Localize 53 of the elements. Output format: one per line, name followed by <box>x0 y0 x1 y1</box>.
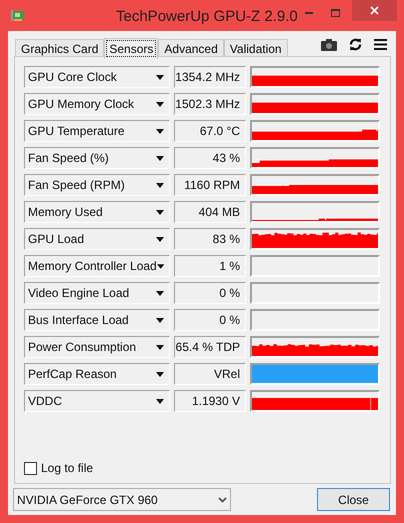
close-button[interactable]: Close <box>317 488 390 511</box>
dropdown-arrow-icon <box>156 74 164 80</box>
sensor-value: 43 % <box>174 147 246 169</box>
sensor-value: 404 MB <box>174 201 246 223</box>
sensor-select[interactable]: Video Engine Load <box>24 282 170 304</box>
dropdown-arrow-icon <box>156 102 164 106</box>
sensor-value: 1160 RPM <box>174 174 246 196</box>
sensor-value: 0 % <box>174 282 246 304</box>
dropdown-arrow-icon <box>156 290 164 296</box>
close-window-button[interactable] <box>352 0 397 21</box>
log-to-file-label: Log to file <box>41 460 94 477</box>
sensor-select[interactable]: GPU Core Clock <box>24 66 170 88</box>
sensor-select[interactable]: PerfCap Reason <box>24 363 170 385</box>
sensor-select[interactable]: Fan Speed (%) <box>24 147 170 169</box>
dropdown-arrow-icon <box>156 156 164 160</box>
sensor-select[interactable]: GPU Temperature <box>24 120 170 142</box>
window-title: TechPowerUp GPU-Z 2.9.0 <box>116 7 298 27</box>
chevron-down-icon <box>218 496 227 502</box>
sensor-value: 67.0 °C <box>174 120 246 142</box>
log-to-file-checkbox[interactable] <box>24 462 37 474</box>
dropdown-arrow-icon <box>156 128 164 134</box>
sensor-select[interactable]: VDDC <box>24 390 170 412</box>
sensor-select[interactable]: Memory Used <box>24 201 170 223</box>
graphics-card-icon <box>11 10 25 21</box>
sensor-value: 1.1930 V <box>174 390 246 412</box>
dropdown-arrow-icon <box>156 236 164 242</box>
sensor-value: 1502.3 MHz <box>174 93 246 115</box>
tab[interactable]: Graphics Card <box>15 39 104 58</box>
close-icon <box>370 6 379 15</box>
sensor-select[interactable]: Memory Controller Load <box>24 255 170 277</box>
sensor-value: 65.4 % TDP <box>174 336 246 358</box>
sensor-select[interactable]: Bus Interface Load <box>24 309 170 331</box>
sensor-value: 1 % <box>174 255 246 277</box>
dropdown-arrow-icon <box>156 344 164 350</box>
sensor-select[interactable]: Power Consumption <box>24 336 170 358</box>
dropdown-arrow-icon <box>156 182 164 188</box>
gpu-select[interactable]: NVIDIA GeForce GTX 960 <box>13 488 231 511</box>
dropdown-arrow-icon <box>156 264 164 268</box>
camera-icon[interactable] <box>321 39 337 51</box>
dropdown-arrow-icon <box>156 398 164 404</box>
dropdown-arrow-icon <box>156 372 164 376</box>
sensor-value: 0 % <box>174 309 246 331</box>
menu-icon[interactable] <box>374 39 387 50</box>
sensor-value: 1354.2 MHz <box>174 66 246 88</box>
dropdown-arrow-icon <box>156 318 164 322</box>
dropdown-arrow-icon <box>156 210 164 214</box>
sensor-select[interactable]: GPU Load <box>24 228 170 250</box>
sensor-value: VRel <box>174 363 246 385</box>
sensor-value: 83 % <box>174 228 246 250</box>
refresh-icon[interactable] <box>349 38 362 51</box>
tab[interactable]: Sensors <box>104 38 158 59</box>
sensor-select[interactable]: GPU Memory Clock <box>24 93 170 115</box>
sensor-select[interactable]: Fan Speed (RPM) <box>24 174 170 196</box>
